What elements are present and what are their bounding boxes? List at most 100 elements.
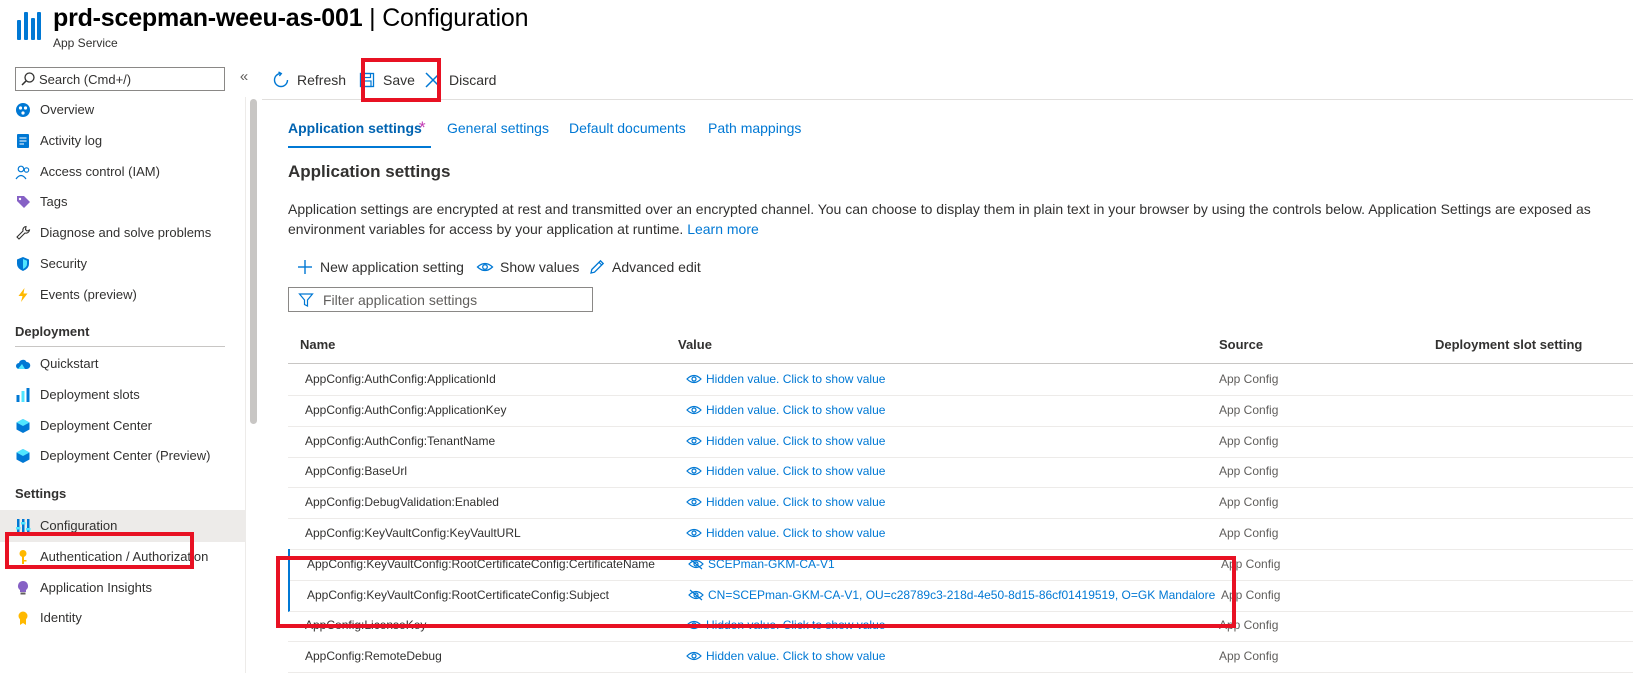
- overview-icon: [16, 103, 30, 117]
- sidebar-item-security[interactable]: Security: [0, 248, 245, 280]
- refresh-button[interactable]: Refresh: [272, 68, 346, 92]
- sidebar-item-events-preview[interactable]: Events (preview): [0, 279, 245, 311]
- setting-value[interactable]: Hidden value. Click to show value: [686, 649, 885, 663]
- new-setting-label: New application setting: [320, 259, 464, 275]
- sidebar-item-tags[interactable]: Tags: [0, 186, 245, 218]
- table-row[interactable]: AppConfig:AuthConfig:ApplicationKey Hidde…: [288, 395, 1633, 427]
- advanced-edit-button[interactable]: Advanced edit: [588, 258, 701, 276]
- settings-heading: Settings: [15, 486, 67, 501]
- setting-value[interactable]: SCEPman-GKM-CA-V1: [688, 557, 835, 571]
- tab-label: Application settings: [288, 120, 422, 136]
- setting-name[interactable]: AppConfig:KeyVaultConfig:RootCertificate…: [307, 588, 609, 602]
- eye-hide-icon: [688, 558, 704, 570]
- setting-name[interactable]: AppConfig:KeyVaultConfig:RootCertificate…: [307, 557, 655, 571]
- setting-source: App Config: [1219, 649, 1279, 664]
- column-header-source[interactable]: Source: [1219, 337, 1263, 352]
- settings-tabs: Application settings * General settings …: [262, 112, 1633, 148]
- tab-application-settings[interactable]: Application settings: [288, 120, 422, 136]
- setting-value[interactable]: Hidden value. Click to show value: [686, 403, 885, 417]
- table-row[interactable]: AppConfig:KeyVaultConfig:KeyVaultURL Hidd…: [288, 518, 1633, 550]
- setting-name[interactable]: AppConfig:BaseUrl: [305, 464, 407, 478]
- setting-name[interactable]: AppConfig:AuthConfig:ApplicationKey: [305, 403, 506, 417]
- column-header-value[interactable]: Value: [678, 337, 712, 352]
- sidebar-item-deployment-slots[interactable]: Deployment slots: [0, 379, 245, 411]
- column-header-name[interactable]: Name: [300, 337, 335, 352]
- sidebar-item-configuration[interactable]: Configuration: [0, 510, 245, 542]
- table-row[interactable]: AppConfig:BaseUrl Hidden value. Click to …: [288, 456, 1633, 489]
- sidebar-item-label: Deployment Center (Preview): [40, 448, 211, 464]
- discard-button[interactable]: Discard: [424, 68, 496, 92]
- setting-name[interactable]: AppConfig:RemoteDebug: [305, 649, 442, 663]
- sidebar-item-label: Diagnose and solve problems: [40, 225, 212, 241]
- setting-value-text: SCEPman-GKM-CA-V1: [708, 556, 835, 571]
- filter-icon: [298, 293, 314, 307]
- setting-value[interactable]: Hidden value. Click to show value: [686, 526, 885, 540]
- app-service-icon: [17, 12, 41, 40]
- setting-value[interactable]: Hidden value. Click to show value: [686, 618, 885, 632]
- scrollbar-thumb[interactable]: [250, 99, 257, 424]
- learn-more-link[interactable]: Learn more: [687, 221, 759, 237]
- sidebar-item-application-insights[interactable]: Application Insights: [0, 572, 245, 604]
- activity-log-icon: [17, 133, 29, 148]
- menu-scrollbar[interactable]: [245, 97, 261, 673]
- setting-name[interactable]: AppConfig:AuthConfig:ApplicationId: [305, 372, 496, 386]
- lightning-icon: [18, 287, 28, 302]
- sidebar-item-access-control-iam[interactable]: Access control (IAM): [0, 156, 245, 188]
- settings-commands: New application setting Show values Adva…: [288, 256, 988, 280]
- discard-label: Discard: [449, 72, 497, 88]
- deployment-heading: Deployment: [15, 324, 90, 339]
- column-header-slot-setting[interactable]: Deployment slot setting: [1435, 337, 1582, 352]
- search-icon: [21, 72, 35, 86]
- setting-value[interactable]: Hidden value. Click to show value: [686, 495, 885, 509]
- title-separator: |: [362, 4, 383, 32]
- save-button[interactable]: Save: [358, 68, 415, 92]
- table-row[interactable]: AppConfig:KeyVaultConfig:RootCertificate…: [288, 548, 1633, 581]
- sidebar-item-label: Activity log: [40, 132, 103, 148]
- sidebar-item-label: Deployment slots: [40, 386, 140, 402]
- setting-value-text: CN=SCEPman-GKM-CA-V1, OU=c28789c3-218d-4…: [708, 587, 1216, 602]
- menu-search-input[interactable]: [39, 69, 219, 89]
- sidebar-item-deployment-center-preview[interactable]: Deployment Center (Preview): [0, 440, 245, 472]
- filter-settings-box[interactable]: [288, 287, 593, 312]
- collapse-menu-button[interactable]: «: [236, 67, 252, 87]
- sidebar-item-deployment-center[interactable]: Deployment Center: [0, 410, 245, 442]
- table-row[interactable]: AppConfig:RemoteDebug Hidden value. Click…: [288, 641, 1633, 673]
- iam-icon: [15, 165, 30, 179]
- setting-value[interactable]: Hidden value. Click to show value: [686, 464, 885, 478]
- show-values-button[interactable]: Show values: [476, 258, 579, 276]
- sidebar-item-overview[interactable]: Overview: [0, 94, 245, 126]
- sidebar-item-identity[interactable]: Identity: [0, 602, 245, 634]
- setting-value-text: Hidden value. Click to show value: [706, 495, 886, 510]
- setting-name[interactable]: AppConfig:DebugValidation:Enabled: [305, 495, 499, 509]
- setting-source: App Config: [1219, 495, 1279, 510]
- sidebar-item-activity-log[interactable]: Activity log: [0, 125, 245, 157]
- tab-path-mappings[interactable]: Path mappings: [708, 120, 801, 136]
- tab-general-settings[interactable]: General settings: [447, 120, 549, 136]
- table-row[interactable]: AppConfig:KeyVaultConfig:RootCertificate…: [288, 579, 1633, 612]
- setting-value[interactable]: Hidden value. Click to show value: [686, 372, 885, 386]
- filter-settings-input[interactable]: [323, 290, 583, 309]
- sidebar-item-quickstart[interactable]: Quickstart: [0, 348, 245, 380]
- setting-value[interactable]: Hidden value. Click to show value: [686, 434, 885, 448]
- setting-value[interactable]: CN=SCEPman-GKM-CA-V1, OU=c28789c3-218d-4…: [688, 588, 1215, 602]
- sidebar-item-label: Tags: [40, 194, 68, 210]
- table-row[interactable]: AppConfig:DebugValidation:Enabled Hidden …: [288, 487, 1633, 520]
- sidebar-item-label: Access control (IAM): [40, 163, 160, 179]
- setting-name[interactable]: AppConfig:KeyVaultConfig:KeyVaultURL: [305, 526, 521, 540]
- blade-name: Configuration: [382, 4, 529, 32]
- tab-default-documents[interactable]: Default documents: [569, 120, 686, 136]
- new-application-setting-button[interactable]: New application setting: [296, 258, 464, 276]
- save-icon: [359, 72, 375, 88]
- table-row[interactable]: AppConfig:AuthConfig:TenantName Hidden va…: [288, 426, 1633, 458]
- sidebar-item-diagnose-and-solve-problems[interactable]: Diagnose and solve problems: [0, 217, 245, 249]
- eye-icon: [686, 621, 702, 630]
- setting-name[interactable]: AppConfig:LicenseKey: [305, 618, 426, 632]
- setting-value-text: Hidden value. Click to show value: [706, 618, 886, 633]
- advanced-edit-label: Advanced edit: [612, 259, 701, 275]
- table-row[interactable]: AppConfig:LicenseKey Hidden value. Click …: [288, 610, 1633, 643]
- table-row[interactable]: AppConfig:AuthConfig:ApplicationId Hidden…: [288, 364, 1633, 396]
- sidebar-item-authentication-authorization[interactable]: Authentication / Authorization: [0, 541, 245, 573]
- page-title: prd-scepman-weeu-as-001 | Configuration: [53, 4, 529, 33]
- menu-search-box[interactable]: [15, 67, 225, 91]
- setting-name[interactable]: AppConfig:AuthConfig:TenantName: [305, 434, 495, 448]
